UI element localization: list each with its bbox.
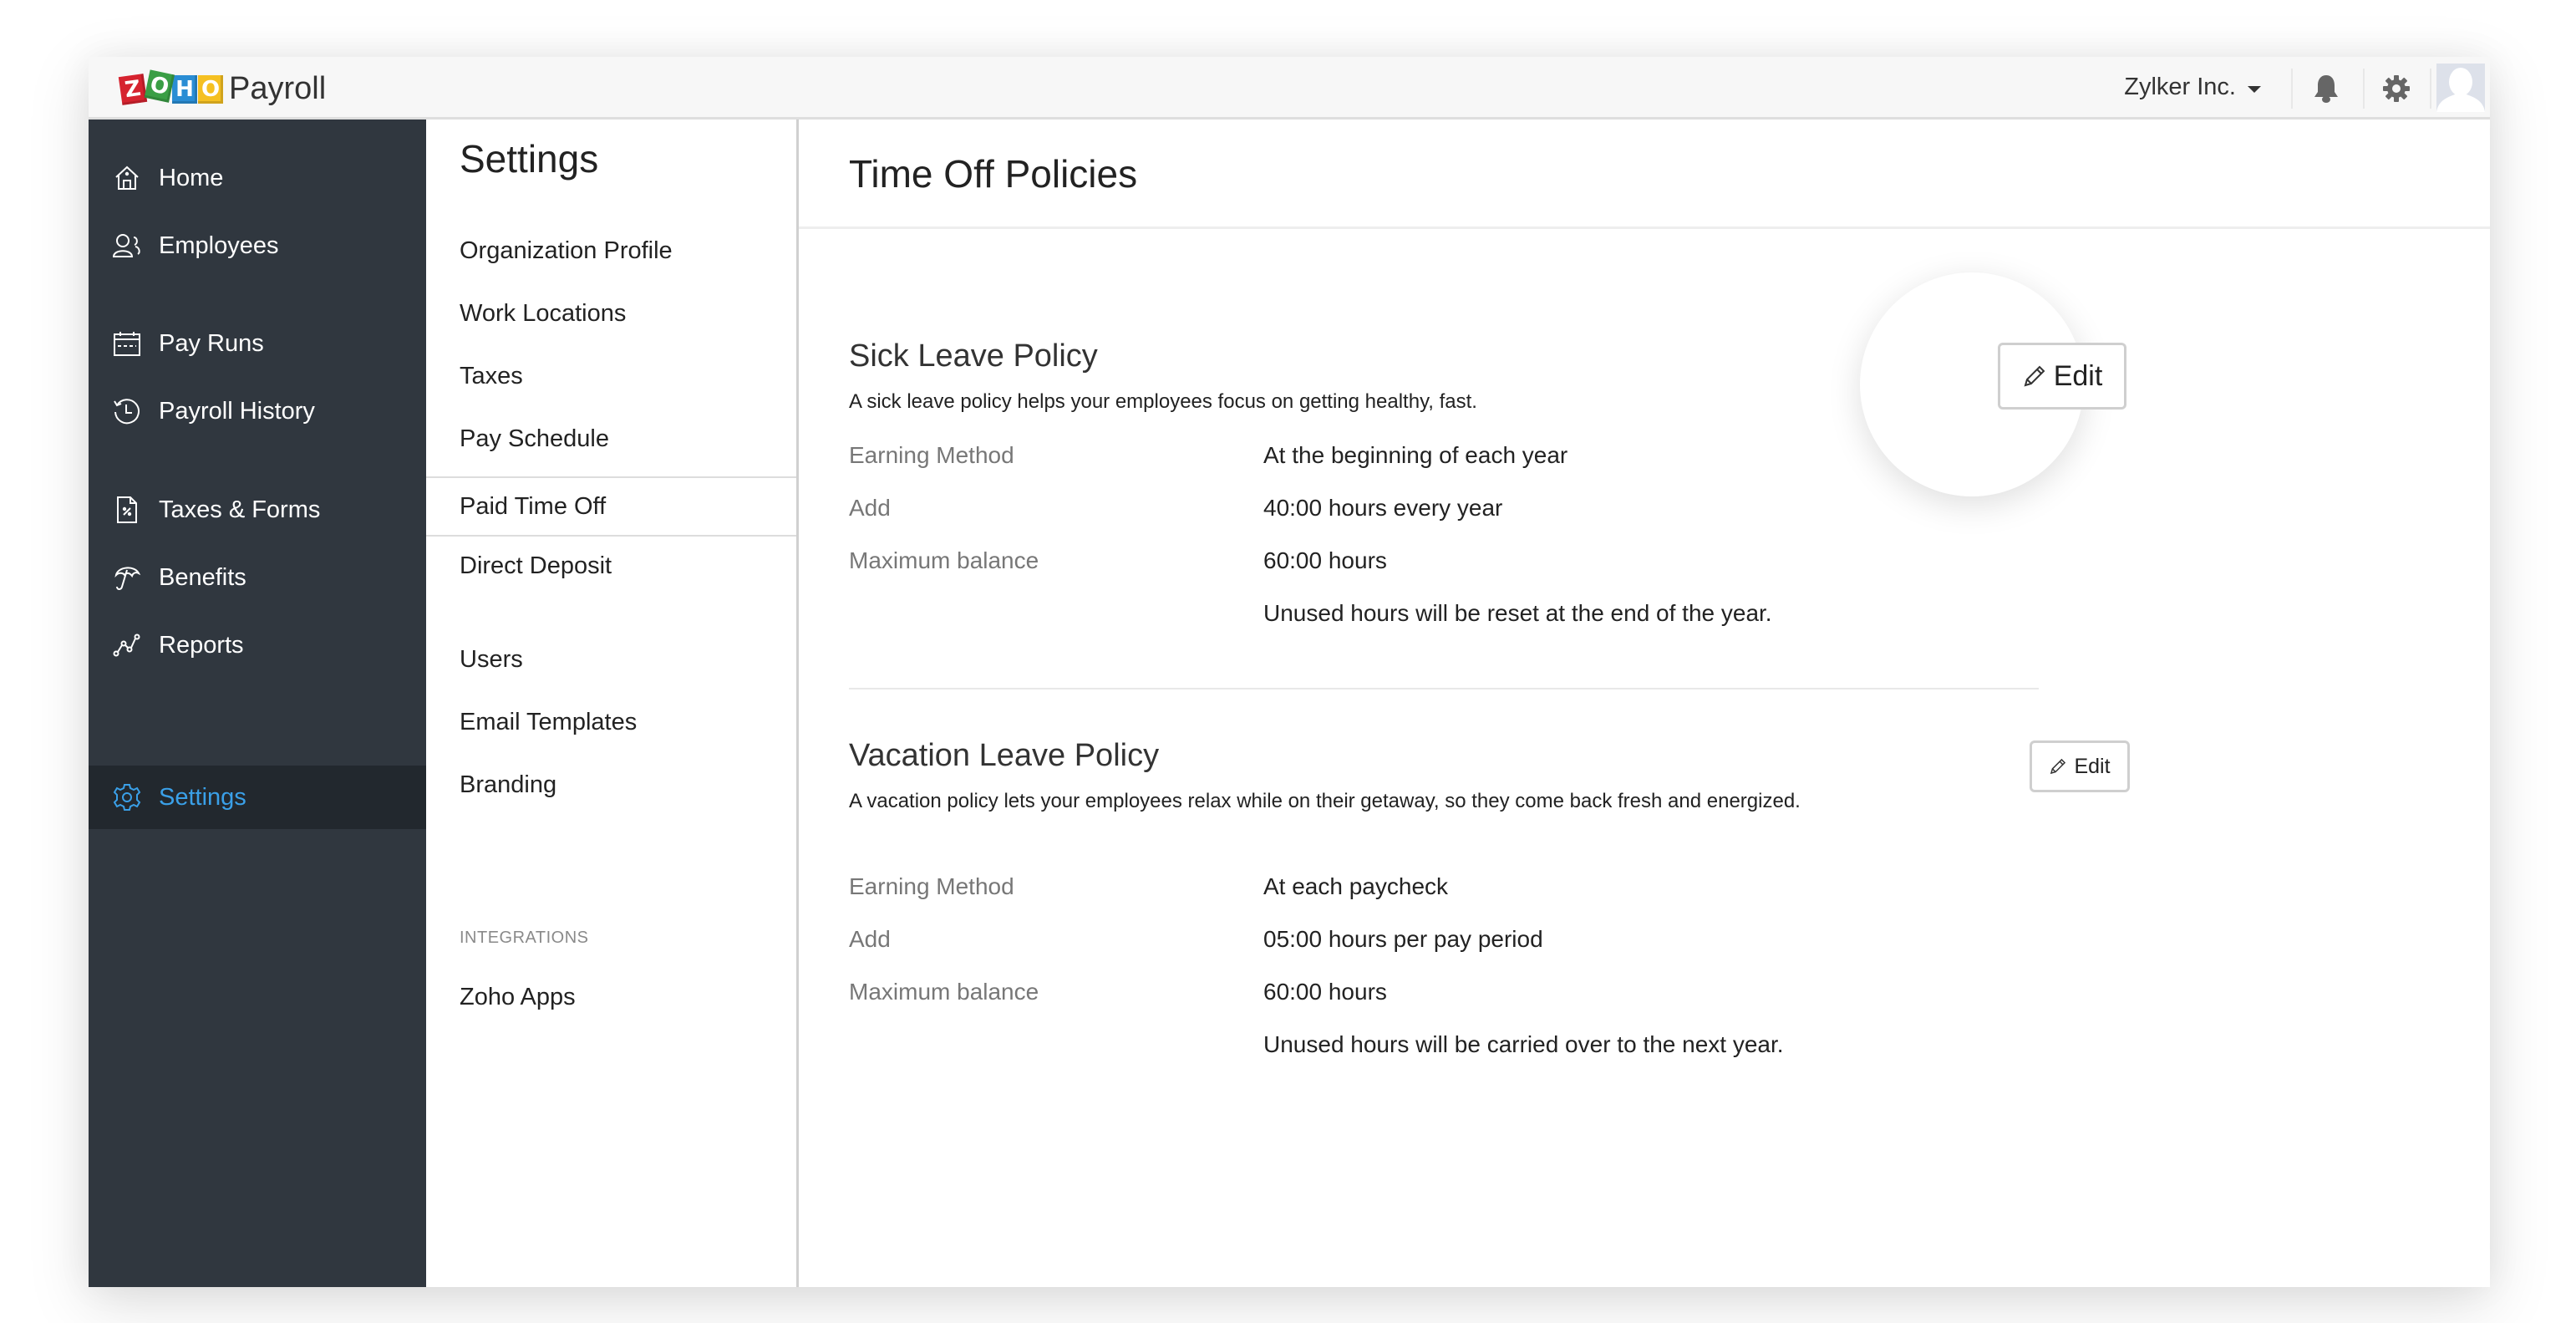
row-value: At each paycheck: [1263, 873, 1449, 899]
sidebar-item-label: Home: [159, 164, 224, 191]
gear-icon: [2383, 75, 2410, 102]
settings-item-email-templates[interactable]: Email Templates: [426, 692, 796, 752]
row-value: 40:00 hours every year: [1263, 495, 1503, 521]
row-label: Earning Method: [849, 442, 1014, 468]
tax-form-icon: [112, 495, 142, 525]
sidebar-item-employees[interactable]: Employees: [89, 214, 426, 277]
row-value: 05:00 hours per pay period: [1263, 926, 1543, 952]
sidebar-item-benefits[interactable]: Benefits: [89, 546, 426, 609]
edit-label: Edit: [2074, 754, 2111, 778]
row-value: 60:00 hours: [1263, 547, 1387, 573]
sidebar-item-payroll-history[interactable]: Payroll History: [89, 379, 426, 443]
sidebar-item-label: Benefits: [159, 563, 246, 591]
settings-item-label: Users: [460, 645, 523, 673]
sidebar-item-taxes-forms[interactable]: Taxes & Forms: [89, 478, 426, 542]
settings-item-taxes[interactable]: Taxes: [426, 346, 796, 406]
row-label: Add: [849, 495, 891, 521]
settings-item-label: Taxes: [460, 362, 523, 389]
bell-icon: [2314, 75, 2338, 103]
settings-item-paid-time-off[interactable]: Paid Time Off: [426, 476, 796, 537]
settings-item-label: Direct Deposit: [460, 552, 612, 579]
history-icon: [112, 396, 142, 426]
header-divider: [2430, 69, 2431, 109]
app-name: Payroll: [229, 71, 327, 106]
sidebar-item-label: Taxes & Forms: [159, 496, 321, 523]
sidebar-item-label: Settings: [159, 783, 246, 811]
main-content: Time Off Policies Sick Leave Policy A si…: [799, 120, 2490, 1287]
org-switcher[interactable]: Zylker Inc.: [2124, 74, 2261, 101]
policy-divider: [849, 688, 2039, 689]
settings-item-label: Pay Schedule: [460, 425, 609, 452]
zoho-logo-icon: Z O H O: [118, 69, 224, 105]
page-header: Time Off Policies: [799, 120, 2490, 229]
logo-block-o: O: [198, 74, 223, 104]
row-value: At the beginning of each year: [1263, 442, 1568, 468]
pencil-icon: [2050, 758, 2066, 775]
row-label: Maximum balance: [849, 979, 1039, 1005]
settings-menu-title: Settings: [460, 137, 599, 181]
settings-item-branding[interactable]: Branding: [426, 755, 796, 815]
top-header: Z O H O Payroll Zylker Inc.: [89, 57, 2490, 120]
sidebar-item-reports[interactable]: Reports: [89, 613, 426, 677]
logo-block-h: H: [172, 74, 197, 104]
settings-item-label: Email Templates: [460, 708, 638, 735]
row-label: Maximum balance: [849, 547, 1039, 573]
chevron-down-icon: [2248, 85, 2261, 93]
settings-item-label: Branding: [460, 771, 557, 798]
header-divider: [2363, 69, 2365, 109]
home-icon: [112, 163, 142, 193]
settings-item-zoho-apps[interactable]: Zoho Apps: [426, 967, 796, 1027]
settings-item-label: Zoho Apps: [460, 983, 576, 1010]
employees-icon: [112, 231, 142, 261]
main-sidebar: Home Employees Pay Runs Payroll History …: [89, 120, 426, 1287]
vacation-leave-policy: Vacation Leave Policy A vacation policy …: [849, 738, 2039, 1057]
policy-description: A sick leave policy helps your employees…: [849, 390, 1477, 413]
sidebar-item-home[interactable]: Home: [89, 146, 426, 210]
calendar-icon: [112, 328, 142, 359]
edit-sick-leave-button[interactable]: Edit: [1998, 343, 2126, 410]
row-value: Unused hours will be carried over to the…: [1263, 1031, 1784, 1057]
app-window: Z O H O Payroll Zylker Inc. Home Employe…: [89, 57, 2490, 1287]
reports-icon: [112, 630, 142, 660]
page-title: Time Off Policies: [849, 152, 1138, 196]
policy-description: A vacation policy lets your employees re…: [849, 790, 1801, 812]
row-value: Unused hours will be reset at the end of…: [1263, 600, 1772, 626]
settings-item-organization-profile[interactable]: Organization Profile: [426, 221, 796, 281]
settings-item-pay-schedule[interactable]: Pay Schedule: [426, 409, 796, 469]
user-silhouette-icon: [2436, 68, 2485, 112]
row-label: Earning Method: [849, 873, 1014, 899]
integrations-heading: INTEGRATIONS: [460, 929, 589, 947]
settings-item-label: Work Locations: [460, 299, 627, 327]
sidebar-item-label: Pay Runs: [159, 329, 264, 357]
org-name: Zylker Inc.: [2124, 74, 2236, 100]
sidebar-item-settings[interactable]: Settings: [89, 766, 426, 829]
settings-item-label: Organization Profile: [460, 237, 673, 264]
logo-block-o: O: [144, 69, 175, 103]
logo-block-z: Z: [118, 73, 148, 105]
header-divider: [2291, 69, 2293, 109]
settings-item-users[interactable]: Users: [426, 629, 796, 689]
pencil-icon: [2024, 365, 2045, 387]
settings-item-label: Paid Time Off: [460, 492, 607, 520]
sidebar-item-label: Reports: [159, 631, 244, 659]
settings-item-work-locations[interactable]: Work Locations: [426, 283, 796, 343]
settings-menu: Settings Organization Profile Work Locat…: [426, 120, 799, 1287]
sidebar-item-pay-runs[interactable]: Pay Runs: [89, 312, 426, 375]
row-value: 60:00 hours: [1263, 979, 1387, 1005]
avatar[interactable]: [2436, 64, 2485, 112]
settings-item-direct-deposit[interactable]: Direct Deposit: [426, 536, 796, 596]
edit-label: Edit: [2053, 359, 2103, 392]
zoho-payroll-logo[interactable]: Z O H O Payroll: [118, 69, 327, 107]
notifications-button[interactable]: [2308, 70, 2345, 107]
edit-vacation-leave-button[interactable]: Edit: [2030, 740, 2130, 792]
row-label: Add: [849, 926, 891, 952]
sidebar-item-label: Payroll History: [159, 397, 315, 425]
umbrella-icon: [112, 562, 142, 593]
sidebar-item-label: Employees: [159, 232, 279, 259]
settings-gear-icon: [112, 782, 142, 812]
policy-title: Vacation Leave Policy: [849, 738, 1160, 773]
settings-button[interactable]: [2378, 70, 2415, 107]
